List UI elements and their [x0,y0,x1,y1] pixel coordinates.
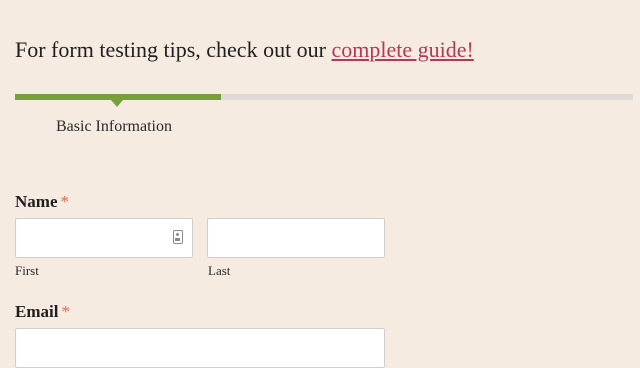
progress-bar [15,94,633,100]
email-label: Email * [15,301,70,323]
contact-card-icon[interactable] [173,230,183,244]
email-required-marker: * [61,302,70,321]
name-label: Name * [15,191,69,213]
email-input[interactable] [15,328,385,368]
step-label: Basic Information [56,118,172,135]
first-name-sublabel: First [15,263,39,278]
last-name-input[interactable] [207,218,385,258]
intro-text-prefix: For form testing tips, check out our [15,37,327,62]
email-label-text: Email [15,302,59,321]
intro-text: For form testing tips, check out our com… [15,34,474,66]
first-name-input[interactable] [15,218,193,258]
name-label-text: Name [15,192,58,211]
last-name-sublabel: Last [208,263,231,278]
name-required-marker: * [60,192,69,211]
progress-pointer [111,100,123,107]
complete-guide-link[interactable]: complete guide! [332,37,474,62]
